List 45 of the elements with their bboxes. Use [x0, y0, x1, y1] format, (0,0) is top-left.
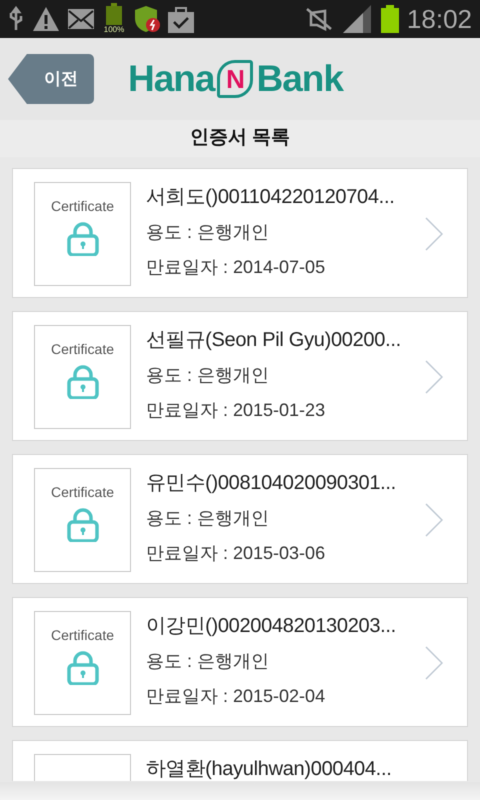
clock-time: 18:02 [406, 6, 472, 32]
certificate-card[interactable]: 하열환(hayulhwan)000404... [12, 740, 468, 781]
certificate-label: Certificate [50, 628, 114, 642]
certificate-label: Certificate [50, 342, 114, 356]
certificate-card[interactable]: Certificate 선필규(Seon Pil Gyu)00200... 용도 : 은행개인 만료일자 : 2015-01-23 [12, 311, 468, 441]
certificate-card[interactable]: Certificate 이강민()002004820130203... 용도 : 은행개인 만료일자 : 2015-02-04 [12, 597, 468, 727]
chevron-right-icon [425, 360, 443, 394]
certificate-expiry: 만료일자 : 2015-03-06 [146, 542, 326, 565]
lock-icon [66, 365, 98, 399]
certificate-expiry: 만료일자 : 2015-01-23 [146, 399, 326, 422]
page-title: 인증서 목록 [190, 126, 290, 150]
certificate-name: 유민수()008104020090301... [146, 471, 396, 496]
certificate-name: 하열환(hayulhwan)000404... [146, 757, 392, 782]
chevron-right-icon [425, 646, 443, 680]
certificate-name: 선필규(Seon Pil Gyu)00200... [146, 328, 401, 353]
usb-icon [8, 6, 24, 32]
back-button[interactable]: 이전 [8, 54, 94, 104]
certificate-label: Certificate [50, 199, 114, 213]
certificate-usage: 용도 : 은행개인 [146, 221, 270, 244]
lock-icon [66, 508, 98, 542]
certificate-usage: 용도 : 은행개인 [146, 364, 270, 387]
logo-text: Bank [256, 57, 343, 102]
certificate-expiry: 만료일자 : 2014-07-05 [146, 256, 326, 279]
briefcase-check-icon [168, 5, 194, 33]
signal-icon [342, 5, 373, 33]
certificate-name: 이강민()002004820130203... [146, 614, 396, 639]
certificate-label: Certificate [50, 485, 114, 499]
shield-icon [134, 5, 160, 33]
lock-icon [66, 651, 98, 685]
mail-icon [68, 9, 94, 29]
certificate-usage: 용도 : 은행개인 [146, 507, 270, 530]
certificate-card[interactable]: Certificate 서희도()001104220120704... 용도 : 은행개인 만료일자 : 2014-07-05 [12, 168, 468, 298]
logo-mark: N [217, 60, 254, 98]
certificate-name: 서희도()001104220120704... [146, 185, 394, 210]
chevron-right-icon [425, 217, 443, 251]
chevron-right-icon [425, 503, 443, 537]
certificate-usage: 용도 : 은행개인 [146, 650, 270, 673]
certificate-card[interactable]: Certificate 유민수()008104020090301... 용도 : 은행개인 만료일자 : 2015-03-06 [12, 454, 468, 584]
lock-icon [66, 222, 98, 256]
battery-icon [106, 3, 122, 25]
warning-icon [32, 6, 60, 32]
logo-text: Hana [128, 57, 214, 102]
certificate-expiry: 만료일자 : 2015-02-04 [146, 685, 326, 708]
battery-icon [380, 5, 399, 33]
battery-percent: 100% [104, 26, 124, 34]
